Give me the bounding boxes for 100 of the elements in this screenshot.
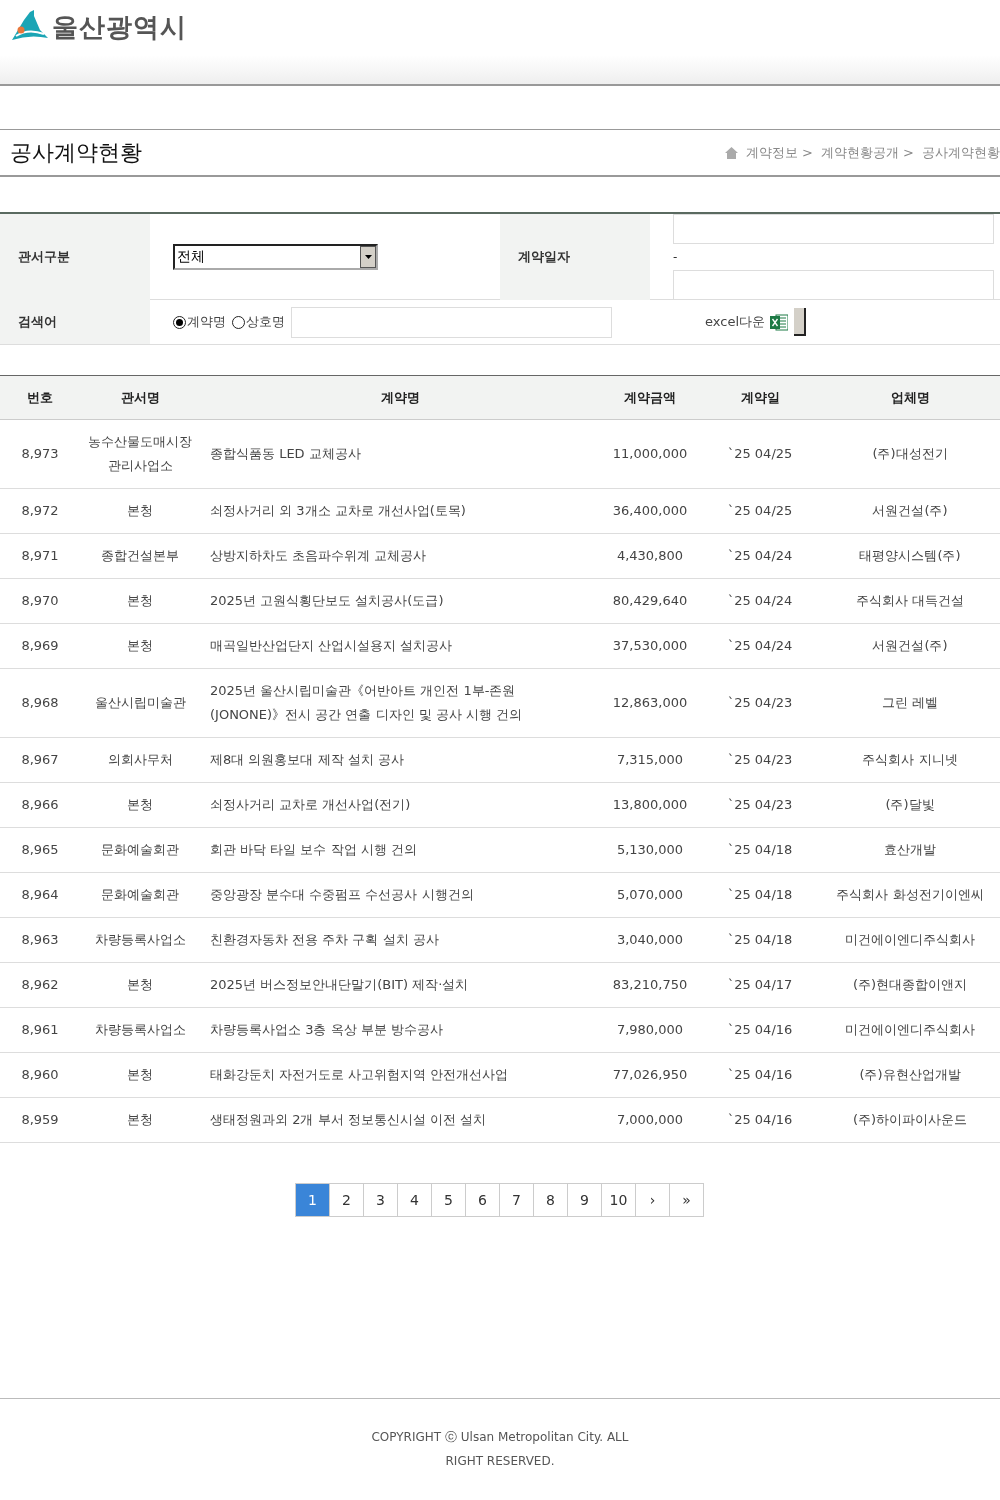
table-cell: 8,967 xyxy=(0,737,80,783)
page-button[interactable]: 9 xyxy=(567,1183,602,1217)
table-cell[interactable]: 친환경자동차 전용 주차 구획 설치 공사 xyxy=(200,917,600,963)
table-cell: 본청 xyxy=(80,623,200,669)
table-cell: 주식회사 화성전기이엔씨 xyxy=(820,872,1000,918)
table-cell: 서원건설(주) xyxy=(820,623,1000,669)
table-cell: `25 04/24 xyxy=(700,533,820,579)
page-button[interactable]: » xyxy=(669,1183,704,1217)
table-cell: 본청 xyxy=(80,962,200,1008)
page-button[interactable]: 3 xyxy=(363,1183,398,1217)
page-button[interactable]: 1 xyxy=(295,1183,330,1217)
table-cell: 3,040,000 xyxy=(600,917,700,963)
column-header: 번호 xyxy=(0,375,80,420)
table-cell: 5,070,000 xyxy=(600,872,700,918)
table-cell: `25 04/18 xyxy=(700,872,820,918)
table-cell: 주식회사 대득건설 xyxy=(820,578,1000,624)
table-cell[interactable]: 종합식품동 LED 교체공사 xyxy=(200,419,600,489)
table-cell: 7,000,000 xyxy=(600,1097,700,1143)
table-cell[interactable]: 태화강둔치 자전거도로 사고위험지역 안전개선사업 xyxy=(200,1052,600,1098)
table-cell: 8,965 xyxy=(0,827,80,873)
table-cell: 태평양시스템(주) xyxy=(820,533,1000,579)
table-cell[interactable]: 제8대 의원홍보대 제작 설치 공사 xyxy=(200,737,600,783)
table-cell: `25 04/25 xyxy=(700,488,820,534)
table-cell[interactable]: 중앙광장 분수대 수중펌프 수선공사 시행건의 xyxy=(200,872,600,918)
date-field[interactable] xyxy=(673,214,994,244)
excel-download-button[interactable]: excel다운 xyxy=(705,313,788,331)
table-cell: `25 04/18 xyxy=(700,827,820,873)
blank-button[interactable] xyxy=(794,308,806,336)
table-cell[interactable]: 차량등록사업소 3층 옥상 부분 방수공사 xyxy=(200,1007,600,1053)
table-cell: 주식회사 지니넷 xyxy=(820,737,1000,783)
table-cell: `25 04/25 xyxy=(700,419,820,489)
table-cell: 12,863,000 xyxy=(600,668,700,738)
column-header: 업체명 xyxy=(820,375,1000,420)
radio-option[interactable]: 계약명 xyxy=(173,313,226,331)
column-header: 관서명 xyxy=(80,375,200,420)
page-button[interactable]: 6 xyxy=(465,1183,500,1217)
spreadsheet-icon xyxy=(770,313,788,331)
breadcrumb-link[interactable]: 공사계약현황 xyxy=(922,143,1000,162)
table-cell[interactable]: 상방지하차도 초음파수위계 교체공사 xyxy=(200,533,600,579)
table-cell: 미건에이엔디주식회사 xyxy=(820,1007,1000,1053)
page-button[interactable]: 2 xyxy=(329,1183,364,1217)
table-cell[interactable]: 회관 바닥 타일 보수 작업 시행 건의 xyxy=(200,827,600,873)
table-cell: 8,966 xyxy=(0,782,80,828)
table-cell: 8,969 xyxy=(0,623,80,669)
page-button[interactable]: 4 xyxy=(397,1183,432,1217)
column-header: 계약일 xyxy=(700,375,820,420)
table-cell[interactable]: 매곡일반산업단지 산업시설용지 설치공사 xyxy=(200,623,600,669)
table-cell[interactable]: 2025년 버스정보안내단말기(BIT) 제작·설치 xyxy=(200,962,600,1008)
table-cell: 8,959 xyxy=(0,1097,80,1143)
table-cell: `25 04/24 xyxy=(700,623,820,669)
table-cell: `25 04/23 xyxy=(700,737,820,783)
table-cell: 본청 xyxy=(80,782,200,828)
table-cell: 36,400,000 xyxy=(600,488,700,534)
table-cell: (주)유현산업개발 xyxy=(820,1052,1000,1098)
page-button[interactable]: 7 xyxy=(499,1183,534,1217)
table-cell: 8,964 xyxy=(0,872,80,918)
table-cell: 문화예술회관 xyxy=(80,872,200,918)
page-button[interactable]: 8 xyxy=(533,1183,568,1217)
table-cell: (주)현대종합이앤지 xyxy=(820,962,1000,1008)
page-button[interactable]: 10 xyxy=(601,1183,636,1217)
table-cell: 8,971 xyxy=(0,533,80,579)
table-cell: 7,980,000 xyxy=(600,1007,700,1053)
table-cell[interactable]: 2025년 울산시립미술관《어반아트 개인전 1부-존원(JONONE)》전시 공간 연출 디자인 및 공사 시행 건의 xyxy=(200,668,600,738)
table-cell: 농수산물도매시장 관리사업소 xyxy=(80,419,200,489)
date-field[interactable] xyxy=(673,270,994,300)
copyright-text: COPYRIGHT ⓒ Ulsan Metropolitan City. ALL RIGHT RESERVED. xyxy=(370,1429,630,1470)
table-cell: 본청 xyxy=(80,1097,200,1143)
table-cell[interactable]: 생태정원과외 2개 부서 정보통신시설 이전 설치 xyxy=(200,1097,600,1143)
table-cell: 본청 xyxy=(80,488,200,534)
page-button[interactable]: 5 xyxy=(431,1183,466,1217)
keyword-field[interactable] xyxy=(291,306,612,338)
table-cell: `25 04/23 xyxy=(700,668,820,738)
field-label: 계약일자 xyxy=(500,214,650,300)
caret-icon xyxy=(364,255,372,259)
table-cell: 8,962 xyxy=(0,962,80,1008)
table-cell: 7,315,000 xyxy=(600,737,700,783)
table-cell: 5,130,000 xyxy=(600,827,700,873)
table-cell: 13,800,000 xyxy=(600,782,700,828)
table-cell: `25 04/17 xyxy=(700,962,820,1008)
table-cell[interactable]: 쇠정사거리 교차로 개선사업(전기) xyxy=(200,782,600,828)
table-cell: 11,000,000 xyxy=(600,419,700,489)
table-cell: 8,963 xyxy=(0,917,80,963)
table-cell[interactable]: 2025년 고원식횡단보도 설치공사(도급) xyxy=(200,578,600,624)
column-header: 계약명 xyxy=(200,375,600,420)
table-cell: 8,960 xyxy=(0,1052,80,1098)
table-cell: 8,972 xyxy=(0,488,80,534)
home-icon xyxy=(724,146,738,159)
table-cell: 8,970 xyxy=(0,578,80,624)
table-cell: (주)대성전기 xyxy=(820,419,1000,489)
breadcrumb-link[interactable]: 계약현황공개 > xyxy=(820,143,914,162)
radio-option[interactable]: 상호명 xyxy=(232,313,285,331)
table-cell: 8,968 xyxy=(0,668,80,738)
table-cell: 8,961 xyxy=(0,1007,80,1053)
page-button[interactable]: › xyxy=(635,1183,670,1217)
breadcrumb-link[interactable]: 계약정보 > xyxy=(745,143,813,162)
table-cell[interactable]: 쇠정사거리 외 3개소 교차로 개선사업(토목) xyxy=(200,488,600,534)
table-cell: 문화예술회관 xyxy=(80,827,200,873)
table-cell: 80,429,640 xyxy=(600,578,700,624)
office-select[interactable]: 전체 xyxy=(173,244,378,270)
table-cell: 8,973 xyxy=(0,419,80,489)
